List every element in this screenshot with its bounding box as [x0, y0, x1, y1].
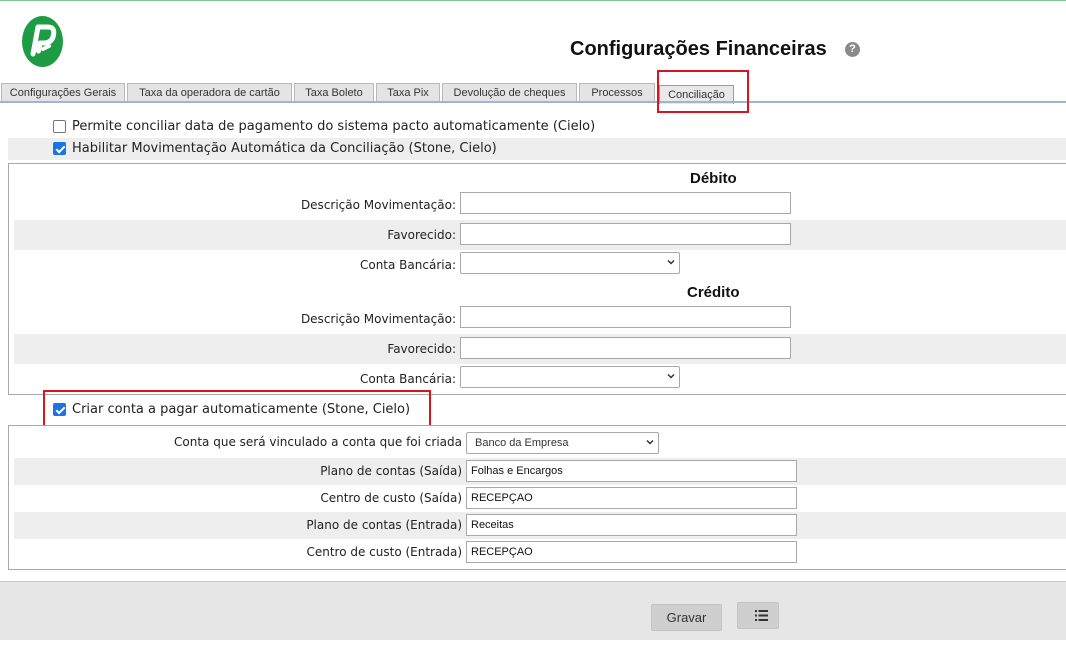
plano-entrada-row: Plano de contas (Entrada) Receitas [14, 512, 1066, 539]
debito-descricao-row: Descrição Movimentação: [14, 190, 1066, 220]
top-accent-line [0, 0, 1066, 1]
debito-descricao-label: Descrição Movimentação: [300, 198, 456, 212]
debito-conta-row: Conta Bancária: [14, 250, 1066, 280]
list-icon [755, 610, 768, 621]
tab-processos[interactable]: Processos [579, 83, 655, 102]
debito-favorecido-row: Favorecido: [14, 220, 1066, 250]
vinculo-select[interactable]: Banco da Empresa [466, 432, 659, 454]
highlight-box-criar-conta [43, 390, 431, 427]
plano-saida-label: Plano de contas (Saída) [320, 464, 462, 478]
habilitar-movimentacao-label: Habilitar Movimentação Automática da Con… [72, 141, 497, 156]
chevron-down-icon [667, 259, 675, 265]
plano-entrada-label: Plano de contas (Entrada) [306, 518, 462, 532]
tab-taxa-boleto[interactable]: Taxa Boleto [294, 83, 374, 102]
plano-saida-input[interactable]: Folhas e Encargos [466, 460, 797, 482]
centro-entrada-row: Centro de custo (Entrada) RECEPÇAO [14, 539, 1066, 566]
credito-favorecido-input[interactable] [460, 337, 791, 359]
permite-conciliar-label: Permite conciliar data de pagamento do s… [72, 119, 596, 134]
credito-favorecido-label: Favorecido: [387, 342, 456, 356]
vinculo-row: Conta que será vinculado a conta que foi… [14, 428, 1066, 455]
habilitar-movimentacao-checkbox[interactable] [53, 142, 66, 155]
chevron-down-icon [667, 373, 675, 379]
centro-saida-input[interactable]: RECEPÇAO [466, 487, 797, 509]
credito-conta-select[interactable] [460, 366, 680, 388]
credito-title: Crédito [687, 284, 740, 301]
option-row-habilitar-movimentacao: Habilitar Movimentação Automática da Con… [8, 138, 1066, 160]
plano-entrada-input[interactable]: Receitas [466, 514, 797, 536]
highlight-box-tab [657, 70, 749, 113]
pacto-logo [22, 16, 63, 67]
credito-descricao-label: Descrição Movimentação: [300, 312, 456, 326]
chevron-down-icon [646, 439, 654, 445]
credito-favorecido-row: Favorecido: [14, 334, 1066, 364]
plano-saida-row: Plano de contas (Saída) Folhas e Encargo… [14, 458, 1066, 485]
centro-entrada-label: Centro de custo (Entrada) [306, 545, 462, 559]
debito-conta-label: Conta Bancária: [359, 258, 456, 272]
debito-favorecido-label: Favorecido: [387, 228, 456, 242]
conta-pagar-panel: Conta que será vinculado a conta que foi… [8, 425, 1066, 570]
tab-configuracoes-gerais[interactable]: Configurações Gerais [1, 83, 125, 102]
centro-saida-label: Centro de custo (Saída) [320, 491, 462, 505]
page-title: Configurações Financeiras [570, 38, 827, 60]
debito-title: Débito [690, 170, 737, 187]
save-button[interactable]: Gravar [651, 604, 722, 631]
tab-bar: Configurações Gerais Taxa da operadora d… [0, 83, 1066, 104]
credito-descricao-row: Descrição Movimentação: [14, 304, 1066, 334]
debito-conta-select[interactable] [460, 252, 680, 274]
credito-conta-label: Conta Bancária: [359, 372, 456, 386]
credito-descricao-input[interactable] [460, 306, 791, 328]
question-circle-icon[interactable]: ? [845, 42, 860, 57]
option-row-permite-conciliar: Permite conciliar data de pagamento do s… [8, 116, 1066, 138]
list-button[interactable] [737, 602, 779, 629]
action-footer: Gravar [0, 581, 1066, 640]
vinculo-value: Banco da Empresa [475, 437, 569, 449]
debito-descricao-input[interactable] [460, 192, 791, 214]
vinculo-label: Conta que será vinculado a conta que foi… [174, 435, 462, 449]
tab-taxa-pix[interactable]: Taxa Pix [376, 83, 440, 102]
movimentacao-panel: Débito Descrição Movimentação: Favorecid… [8, 163, 1066, 395]
centro-saida-row: Centro de custo (Saída) RECEPÇAO [14, 485, 1066, 512]
tab-devolucao-cheques[interactable]: Devolução de cheques [442, 83, 577, 102]
debito-favorecido-input[interactable] [460, 223, 791, 245]
centro-entrada-input[interactable]: RECEPÇAO [466, 541, 797, 563]
tab-taxa-operadora-cartao[interactable]: Taxa da operadora de cartão [127, 83, 292, 102]
permite-conciliar-checkbox[interactable] [53, 120, 66, 133]
tab-underline [0, 101, 1066, 103]
